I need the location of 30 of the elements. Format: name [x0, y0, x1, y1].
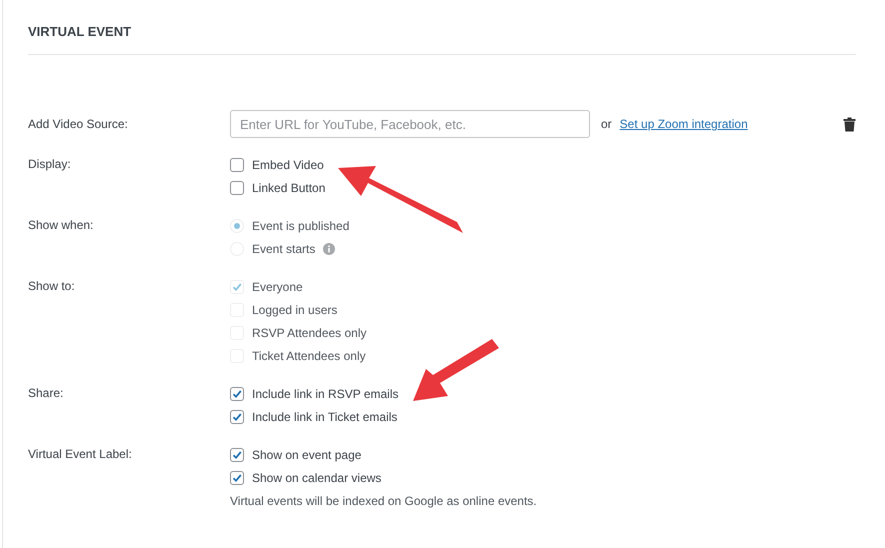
field-label: Show to:	[28, 278, 76, 295]
option-label: Include link in Ticket emails	[252, 410, 398, 424]
option-label: Embed Video	[252, 158, 324, 172]
checkbox[interactable]	[230, 386, 244, 400]
url-input-field[interactable]: Enter URL for YouTube, Facebook, etc.	[230, 110, 590, 138]
checkbox[interactable]	[230, 410, 244, 424]
field-label: Add Video Source:	[28, 116, 129, 132]
zoom-integration-link[interactable]: Set up Zoom integration	[620, 117, 748, 131]
option-label: Show on event page	[252, 448, 362, 462]
checkbox[interactable]	[230, 470, 244, 484]
option-label: Event is published	[252, 218, 350, 232]
field-label: Display:	[28, 156, 72, 173]
trash-icon[interactable]	[843, 116, 856, 132]
option-label: RSVP Attendees only	[252, 326, 367, 340]
option-label: Event starts	[252, 242, 316, 256]
option-label: Everyone	[252, 280, 303, 294]
or-text: or	[601, 117, 612, 131]
option-label: Logged in users	[252, 302, 338, 316]
option-label: Ticket Attendees only	[252, 348, 366, 362]
checkbox[interactable]	[230, 448, 244, 462]
help-text: Virtual events will be indexed on Google as online events.	[230, 493, 538, 510]
option-label: Linked Button	[252, 180, 326, 194]
checkbox[interactable]	[230, 158, 244, 172]
field-label: Show when:	[28, 217, 94, 234]
field-label: Share:	[28, 385, 64, 402]
section-title: VIRTUAL EVENT	[28, 24, 856, 55]
checkbox[interactable]	[230, 180, 244, 194]
option-label: Include link in RSVP emails	[252, 386, 399, 400]
field-label: Virtual Event Label:	[28, 446, 133, 463]
option-label: Show on calendar views	[252, 470, 382, 484]
